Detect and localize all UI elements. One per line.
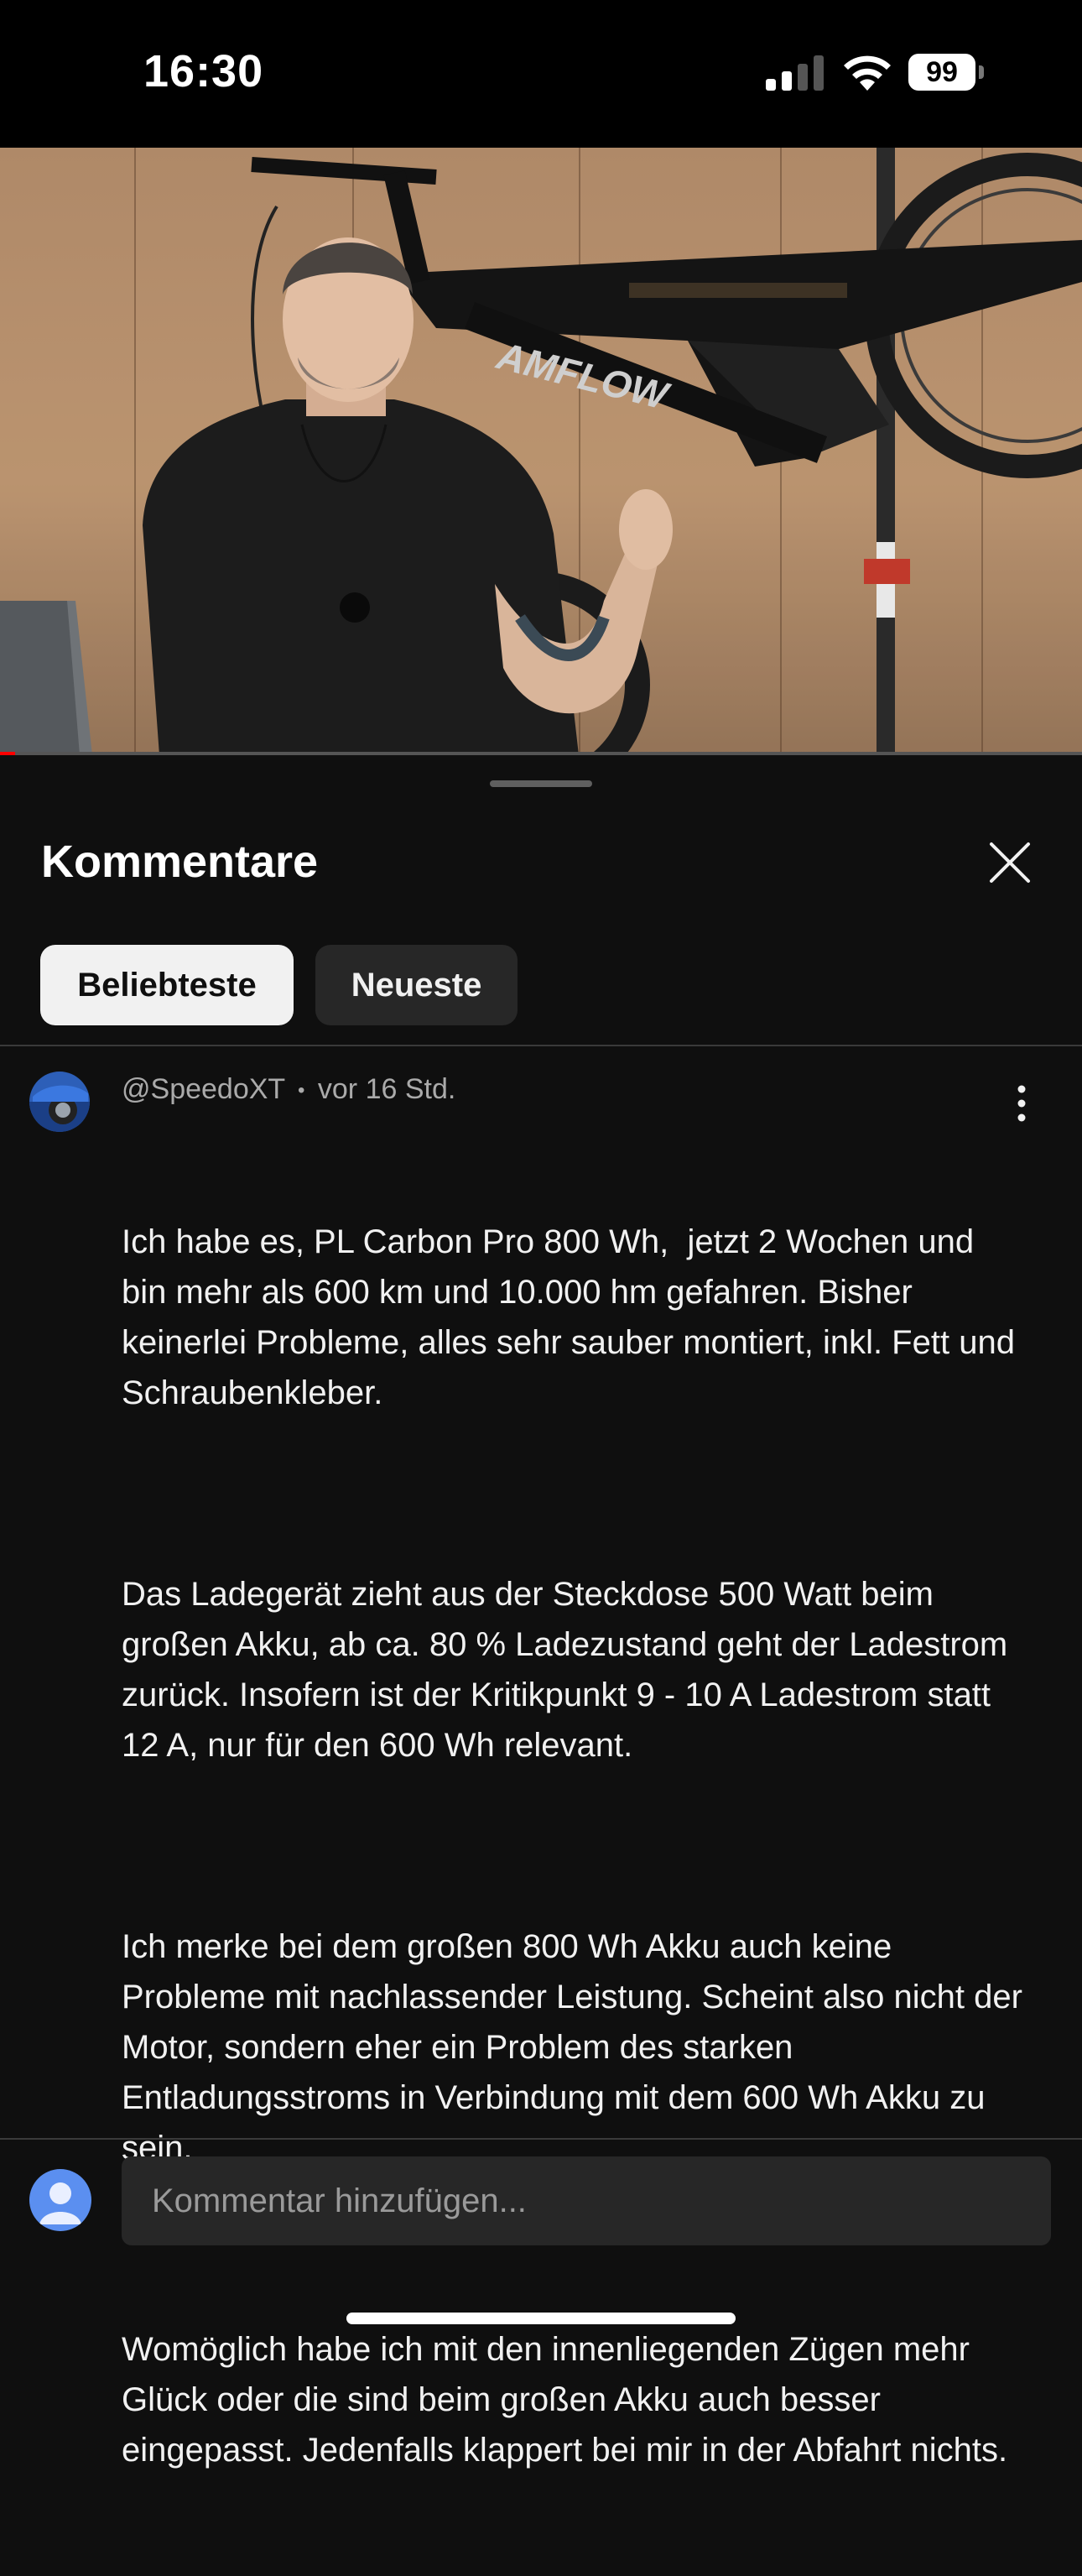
cellular-signal-icon — [766, 55, 824, 91]
video-player[interactable]: AMFLOW — [0, 148, 1082, 755]
composer-divider — [0, 2138, 1082, 2140]
status-time: 16:30 — [143, 46, 264, 96]
filter-divider — [0, 1045, 1082, 1046]
sheet-drag-handle[interactable] — [490, 780, 592, 787]
close-icon[interactable] — [986, 839, 1033, 886]
video-frame: AMFLOW — [0, 148, 1082, 755]
comment-paragraph: Ich merke bei dem großen 800 Wh Akku auc… — [122, 1928, 1033, 2167]
filter-chip-newest[interactable]: Neueste — [315, 945, 518, 1025]
comment-author-avatar[interactable] — [29, 1072, 90, 1132]
comment-text: Ich habe es, PL Carbon Pro 800 Wh, jetzt… — [122, 1116, 1027, 2576]
user-avatar-icon[interactable] — [29, 2169, 91, 2231]
comment-paragraph: Das Ladegerät zieht aus der Steckdose 50… — [122, 1576, 1017, 1764]
comment-meta: @SpeedoXT • vor 16 Std. — [122, 1073, 455, 1106]
comments-title: Kommentare — [41, 837, 319, 887]
battery-icon: 99 — [908, 54, 984, 91]
comment-paragraph: Ich habe es, PL Carbon Pro 800 Wh, jetzt… — [122, 1223, 1025, 1411]
comment-input[interactable] — [122, 2156, 1051, 2245]
wifi-icon — [844, 55, 891, 91]
battery-level: 99 — [908, 54, 975, 91]
comment-author[interactable]: @SpeedoXT — [122, 1073, 285, 1105]
comment-paragraph: Womöglich habe ich mit den innenliegende… — [122, 2331, 1008, 2469]
meta-separator: • — [298, 1079, 305, 1103]
comment-time: vor 16 Std. — [317, 1073, 456, 1105]
home-indicator[interactable] — [346, 2313, 736, 2324]
status-bar: 16:30 99 — [0, 0, 1082, 148]
filter-chip-top[interactable]: Beliebteste — [40, 945, 294, 1025]
